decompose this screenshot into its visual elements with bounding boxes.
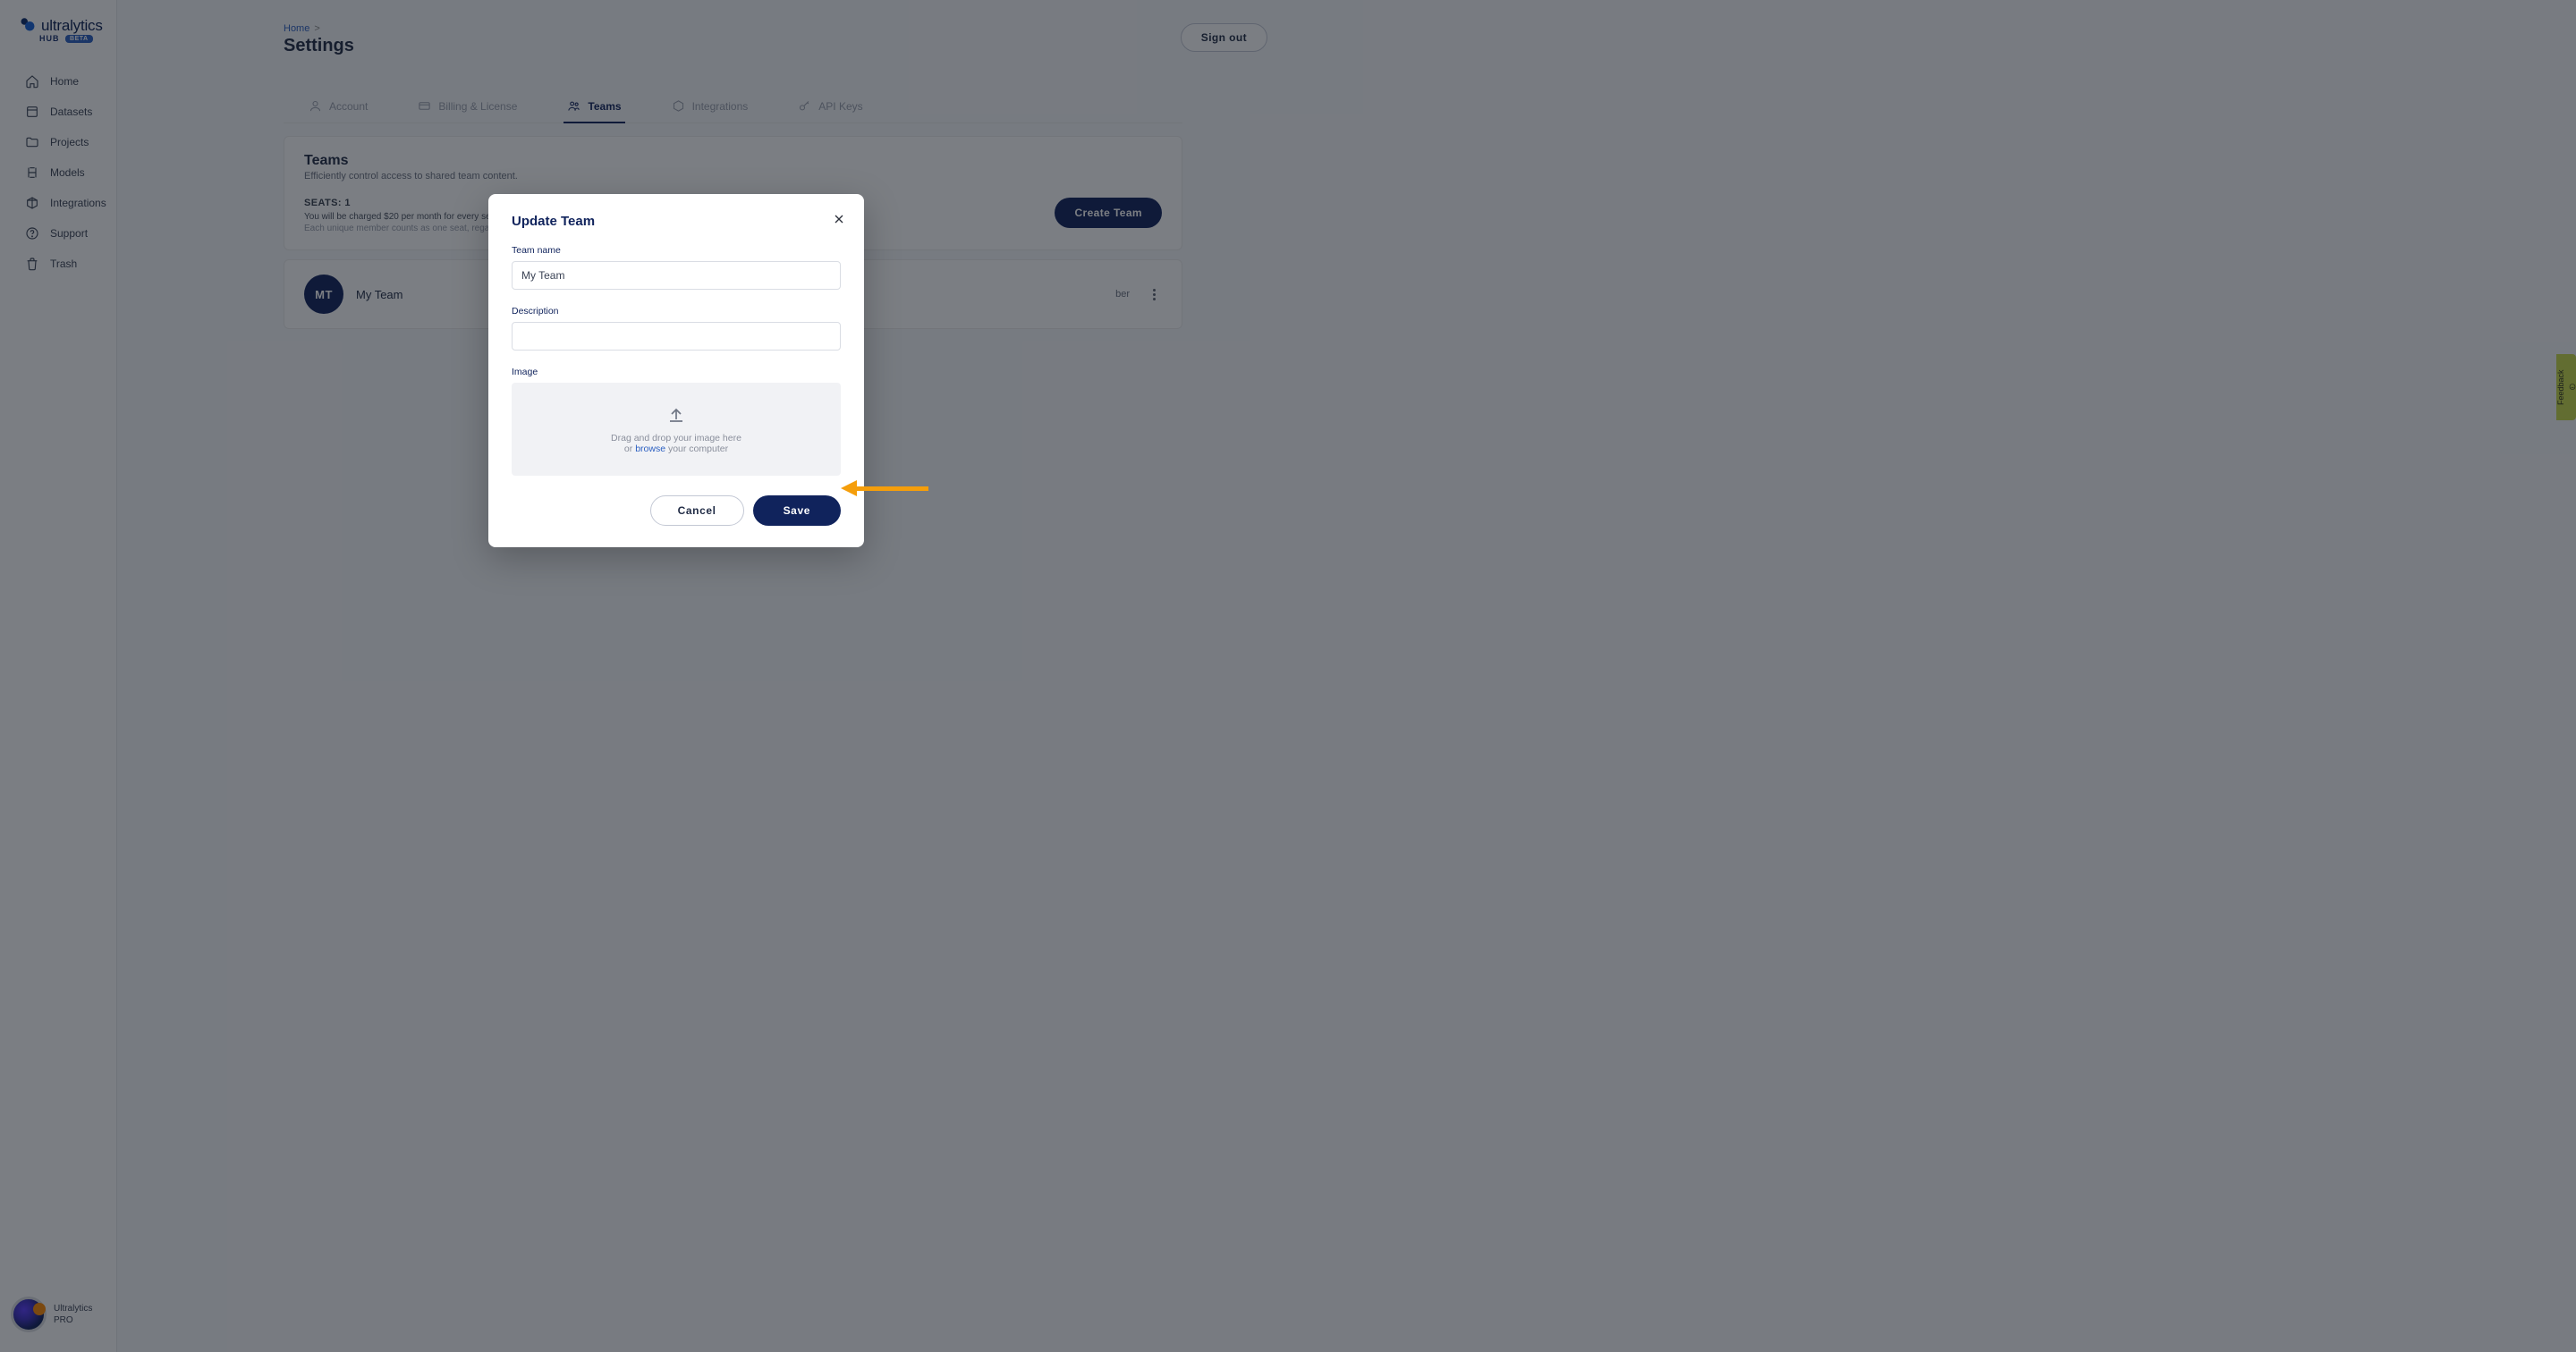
modal-close-button[interactable] xyxy=(832,212,846,229)
dropzone-tail: your computer xyxy=(665,444,728,454)
app-root: ultralytics HUB BETA Home Datasets Proje… xyxy=(0,0,2576,1352)
arrow-head-icon xyxy=(841,480,857,496)
team-name-input[interactable] xyxy=(512,261,841,290)
modal-title: Update Team xyxy=(512,214,841,229)
close-icon xyxy=(832,212,846,226)
image-label: Image xyxy=(512,367,841,377)
browse-link[interactable]: browse xyxy=(635,444,665,454)
annotation-arrow xyxy=(841,480,928,496)
description-input[interactable] xyxy=(512,322,841,351)
modal-overlay[interactable] xyxy=(0,0,2576,1352)
team-name-label: Team name xyxy=(512,245,841,256)
cancel-button[interactable]: Cancel xyxy=(650,495,744,526)
image-dropzone[interactable]: Drag and drop your image here or browse … xyxy=(512,383,841,476)
update-team-modal: Update Team Team name Description Image … xyxy=(488,194,864,547)
description-label: Description xyxy=(512,306,841,317)
dropzone-line1: Drag and drop your image here xyxy=(611,433,741,444)
arrow-line xyxy=(857,486,928,491)
save-button[interactable]: Save xyxy=(753,495,841,526)
modal-actions: Cancel Save xyxy=(512,495,841,526)
dropzone-or: or xyxy=(624,444,635,454)
dropzone-line2: or browse your computer xyxy=(624,444,728,454)
upload-icon xyxy=(665,404,687,426)
